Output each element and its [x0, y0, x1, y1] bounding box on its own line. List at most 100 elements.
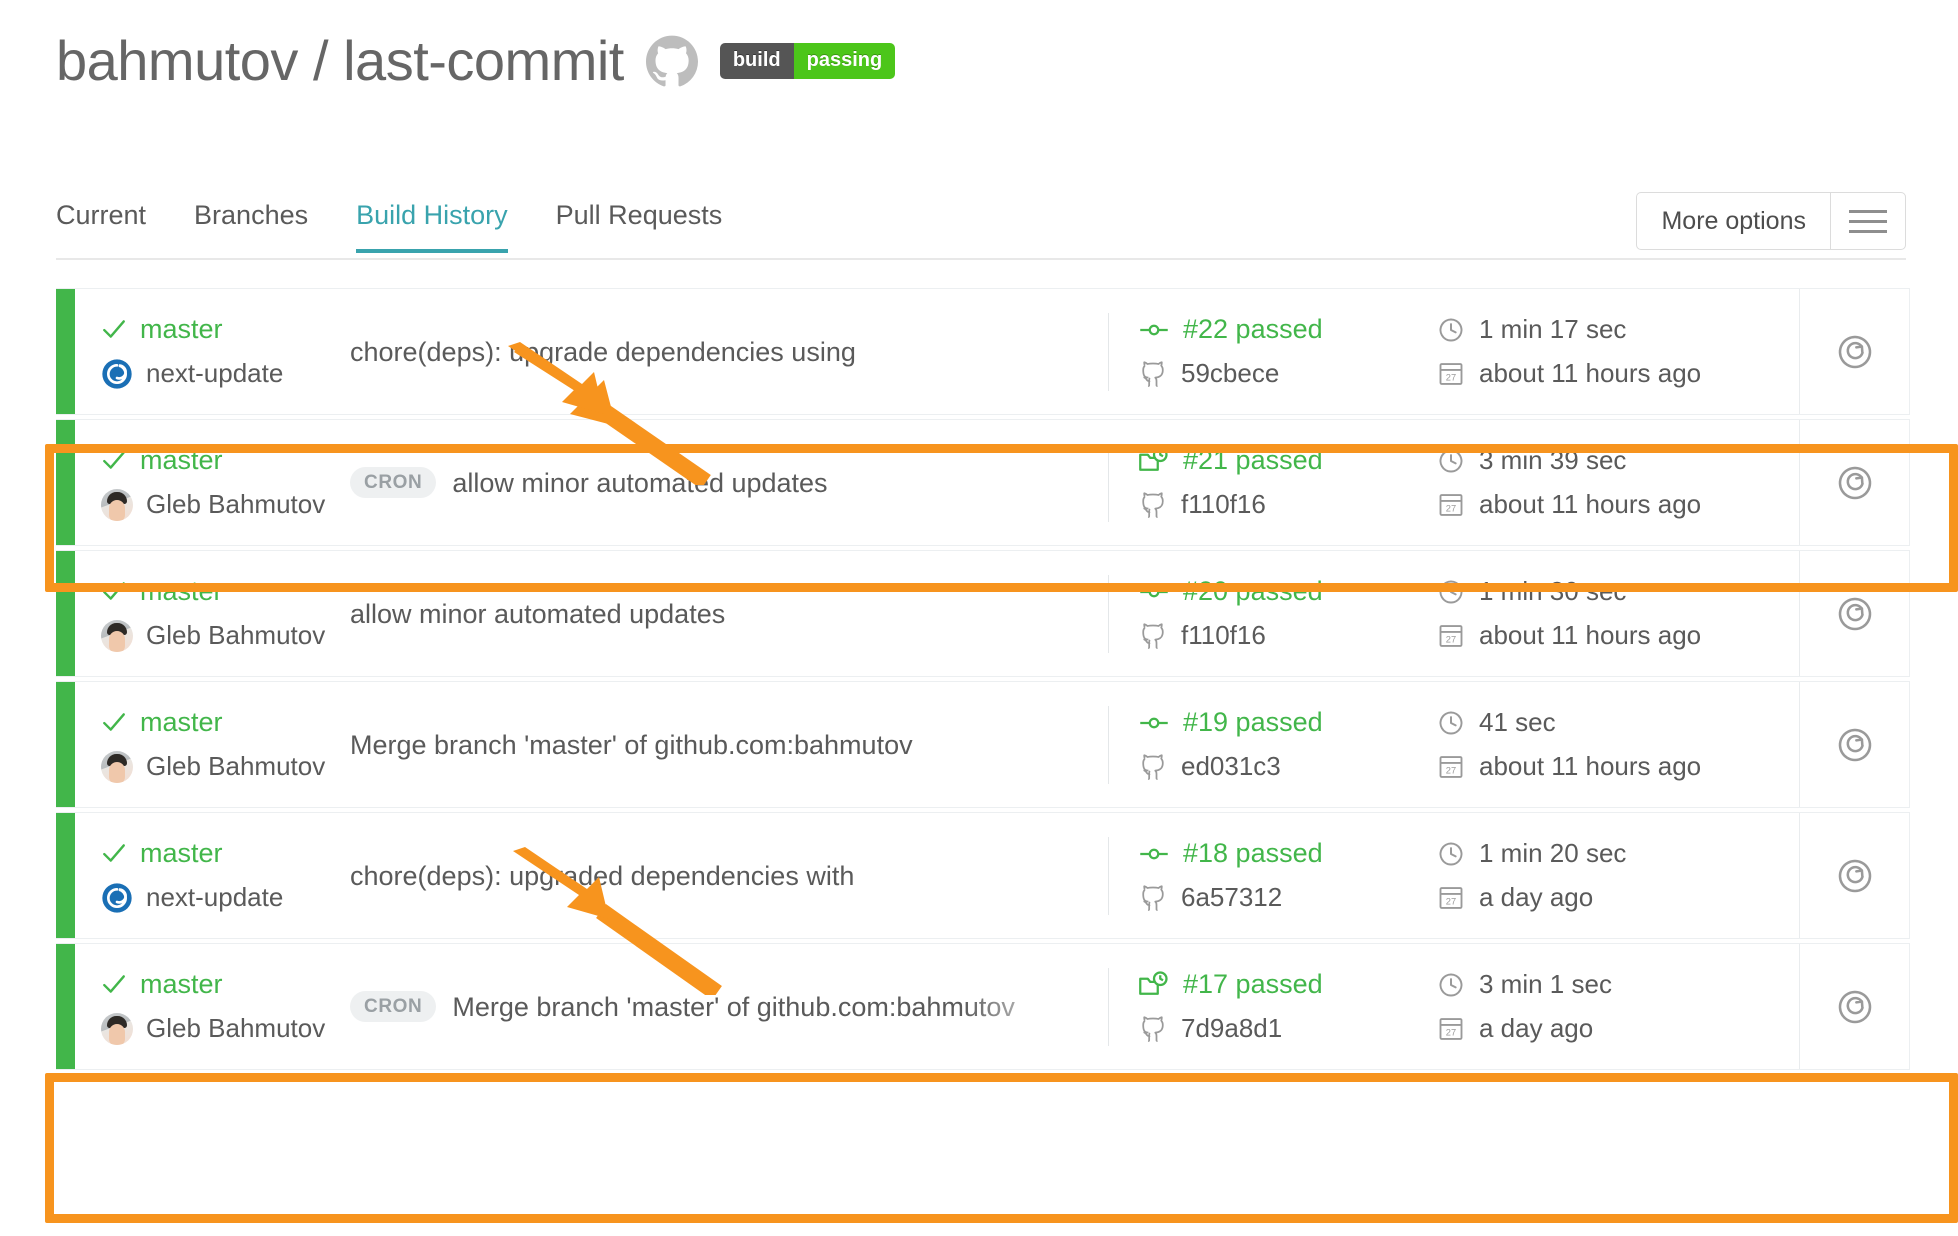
build-row-body: master next-update chore(deps): upgrade de…	[75, 289, 1909, 414]
message-fade	[962, 595, 1092, 632]
message-fade	[962, 726, 1092, 763]
branch-column: master next-update	[75, 838, 350, 914]
svg-text:27: 27	[1446, 503, 1456, 513]
duration-line: 1 min 20 sec	[1437, 838, 1799, 869]
build-number[interactable]: #22 passed	[1183, 314, 1323, 345]
restart-column	[1799, 551, 1909, 676]
check-icon	[103, 451, 125, 469]
restart-icon[interactable]	[1837, 596, 1873, 632]
check-icon	[103, 320, 125, 338]
commit-sha[interactable]: 6a57312	[1181, 882, 1282, 913]
build-number[interactable]: #21 passed	[1183, 445, 1323, 476]
branch-name[interactable]: master	[140, 314, 223, 345]
badge-right-label: passing	[793, 42, 896, 79]
tab-build-history[interactable]: Build History	[356, 200, 508, 253]
build-row-body: master Gleb Bahmutov CRON allow minor autom…	[75, 420, 1909, 545]
timing-column: 3 min 39 sec 27 about 11 hours ago	[1409, 445, 1799, 520]
tab-pull-requests[interactable]: Pull Requests	[556, 200, 723, 253]
calendar-icon: 27	[1439, 362, 1463, 385]
branch-name[interactable]: master	[140, 707, 223, 738]
committer-line: Gleb Bahmutov	[101, 1012, 350, 1045]
build-row[interactable]: master Gleb Bahmutov Merge branch 'master'…	[56, 681, 1910, 808]
hamburger-icon[interactable]	[1830, 193, 1905, 249]
travis-build-history-page: bahmutov / last-commit build passing Cur…	[0, 0, 1958, 1236]
timing-column: 3 min 1 sec 27 a day ago	[1409, 969, 1799, 1044]
branch-column: master Gleb Bahmutov	[75, 576, 350, 652]
branch-line: master	[101, 969, 350, 1000]
octocat-icon	[1142, 753, 1164, 780]
build-row[interactable]: master next-update chore(deps): upgrade de…	[56, 288, 1910, 415]
commit-sha[interactable]: ed031c3	[1181, 751, 1281, 782]
calendar-icon: 27	[1439, 624, 1463, 647]
tab-branches[interactable]: Branches	[194, 200, 308, 253]
build-number-line: #22 passed	[1139, 314, 1409, 345]
octocat-icon	[1142, 622, 1164, 649]
branch-line: master	[101, 576, 350, 607]
svg-text:27: 27	[1446, 1027, 1456, 1037]
restart-icon[interactable]	[1837, 465, 1873, 501]
restart-icon[interactable]	[1837, 858, 1873, 894]
finished-at: a day ago	[1479, 1013, 1594, 1043]
status-bar	[56, 551, 75, 676]
build-row[interactable]: master next-update chore(deps): upgraded d…	[56, 812, 1910, 939]
restart-icon[interactable]	[1837, 334, 1873, 370]
build-info-column: #22 passed 59cbece	[1109, 314, 1409, 389]
build-number-line: #21 passed	[1139, 445, 1409, 476]
commit-message: Merge branch 'master' of github.com:bahm…	[452, 991, 1015, 1022]
restart-icon[interactable]	[1837, 989, 1873, 1025]
committer-name: Gleb Bahmutov	[146, 489, 326, 519]
clock-icon	[1439, 449, 1463, 472]
svg-text:27: 27	[1446, 372, 1456, 382]
branch-line: master	[101, 838, 350, 869]
message-fade	[962, 333, 1092, 370]
branch-name[interactable]: master	[140, 838, 223, 869]
finished-line: 27 about 11 hours ago	[1437, 489, 1799, 520]
github-icon[interactable]	[645, 35, 698, 87]
commit-message: chore(deps): upgrade dependencies using	[350, 336, 856, 367]
more-options-button[interactable]: More options	[1636, 192, 1906, 250]
commit-sha[interactable]: 7d9a8d1	[1181, 1013, 1282, 1044]
restart-icon[interactable]	[1837, 727, 1873, 763]
commit-sha[interactable]: f110f16	[1181, 620, 1266, 651]
build-number-line: #17 passed	[1139, 969, 1409, 1000]
build-number[interactable]: #17 passed	[1183, 969, 1323, 1000]
build-row[interactable]: master Gleb Bahmutov CRON allow minor autom…	[56, 419, 1910, 546]
branch-name[interactable]: master	[140, 576, 223, 607]
status-bar	[56, 420, 75, 545]
build-row[interactable]: master Gleb Bahmutov CRON Merge branch 'mas…	[56, 943, 1910, 1070]
duration-line: 3 min 39 sec	[1437, 445, 1799, 476]
commit-message-wrap: chore(deps): upgrade dependencies using	[350, 333, 1092, 370]
build-duration: 41 sec	[1479, 707, 1556, 737]
committer-name: Gleb Bahmutov	[146, 751, 326, 781]
badge-left-label: build	[719, 42, 794, 79]
finished-line: 27 about 11 hours ago	[1437, 751, 1799, 782]
branch-name[interactable]: master	[140, 969, 223, 1000]
timing-column: 1 min 20 sec 27 a day ago	[1409, 838, 1799, 913]
finished-at: about 11 hours ago	[1479, 358, 1702, 388]
commit-sha[interactable]: 59cbece	[1181, 358, 1279, 389]
commit-sha[interactable]: f110f16	[1181, 489, 1266, 520]
check-icon	[103, 975, 125, 993]
cron-badge: CRON	[350, 991, 437, 1022]
build-number[interactable]: #20 passed	[1183, 576, 1323, 607]
build-row[interactable]: master Gleb Bahmutov allow minor automated…	[56, 550, 1910, 677]
tab-current[interactable]: Current	[56, 200, 146, 253]
commit-icon	[1140, 324, 1168, 335]
cron-build-icon	[1139, 970, 1168, 995]
committer-line: Gleb Bahmutov	[101, 619, 350, 652]
build-status-badge[interactable]: build passing	[719, 42, 896, 79]
commit-message: allow minor automated updates	[350, 598, 726, 629]
commit-message-column: Merge branch 'master' of github.com:bahm…	[350, 682, 1108, 807]
build-number[interactable]: #18 passed	[1183, 838, 1323, 869]
avatar	[101, 750, 133, 783]
branch-name[interactable]: master	[140, 445, 223, 476]
build-info-column: #18 passed 6a57312	[1109, 838, 1409, 913]
finished-line: 27 a day ago	[1437, 882, 1799, 913]
next-update-icon	[102, 358, 132, 389]
build-number-line: #20 passed	[1139, 576, 1409, 607]
clock-icon	[1439, 318, 1463, 341]
avatar	[101, 1012, 133, 1045]
build-number[interactable]: #19 passed	[1183, 707, 1323, 738]
build-number-line: #19 passed	[1139, 707, 1409, 738]
duration-line: 1 min 30 sec	[1437, 576, 1799, 607]
